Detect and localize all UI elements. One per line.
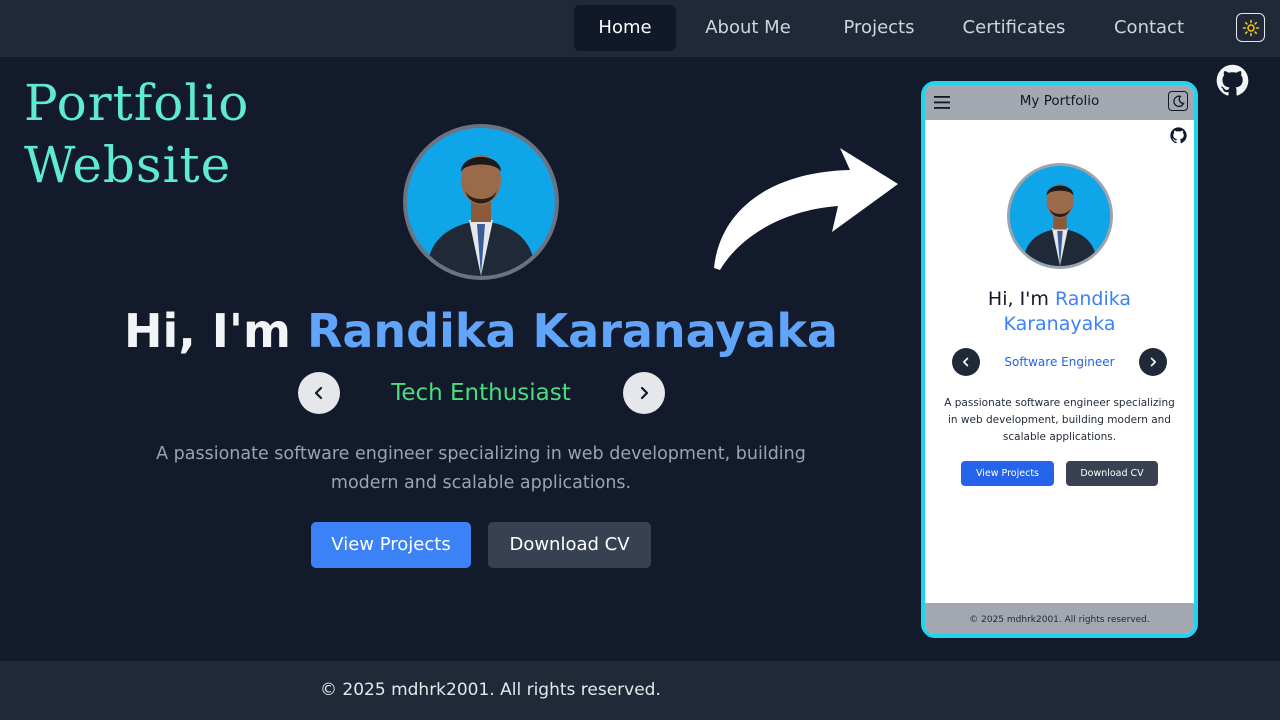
overlay-title-line2: Website <box>24 136 232 194</box>
footer-copyright: © 2025 mdhrk2001. All rights reserved. <box>320 680 661 700</box>
nav-item-contact[interactable]: Contact <box>1100 5 1198 51</box>
theme-toggle-button[interactable] <box>1236 13 1265 42</box>
previous-role-button[interactable] <box>298 372 340 414</box>
sun-icon <box>1242 19 1259 36</box>
mobile-view-projects-button[interactable]: View Projects <box>961 461 1054 486</box>
mobile-description: A passionate software engineer specializ… <box>944 397 1175 443</box>
hero-description: A passionate software engineer specializ… <box>156 444 806 493</box>
nav-item-about-me[interactable]: About Me <box>690 5 806 51</box>
mobile-greeting: Hi, I'm <box>987 288 1055 310</box>
view-projects-button[interactable]: View Projects <box>311 522 471 568</box>
mobile-name-first: Randika <box>1054 288 1132 310</box>
overlay-title: Portfolio Website <box>24 72 249 196</box>
moon-icon <box>1172 95 1185 107</box>
hero-greeting: Hi, I'm <box>124 304 307 358</box>
hero-heading: Hi, I'm Randika Karanayaka <box>0 304 962 358</box>
chevron-right-icon <box>640 386 649 400</box>
mobile-role: Software Engineer <box>1004 355 1115 369</box>
mobile-footer-copyright: © 2025 mdhrk2001. All rights reserved. <box>969 615 1150 625</box>
chevron-left-icon <box>314 386 323 400</box>
mobile-name-last: Karanayaka <box>1003 313 1116 335</box>
mobile-theme-toggle[interactable] <box>1168 91 1188 111</box>
hero-role: Tech Enthusiast <box>391 380 571 406</box>
nav-item-home[interactable]: Home <box>574 5 676 51</box>
nav-item-certificates[interactable]: Certificates <box>950 5 1078 51</box>
top-navbar: Home About Me Projects Certificates Cont… <box>0 0 1280 57</box>
mobile-next-role-button[interactable] <box>1139 348 1167 376</box>
mobile-hero-heading: Hi, I'm Randika Karanayaka <box>925 287 1194 337</box>
mobile-download-cv-button[interactable]: Download CV <box>1066 461 1158 486</box>
mobile-preview: My Portfolio Hi, I'm Randika Karanayaka … <box>921 81 1198 638</box>
curved-arrow-icon <box>714 148 898 270</box>
mobile-github-icon[interactable] <box>1170 127 1187 144</box>
next-role-button[interactable] <box>623 372 665 414</box>
download-cv-button[interactable]: Download CV <box>488 522 651 568</box>
nav-item-projects[interactable]: Projects <box>828 5 930 51</box>
hero-name: Randika Karanayaka <box>306 304 838 358</box>
chevron-right-icon <box>1150 357 1156 367</box>
overlay-title-line1: Portfolio <box>24 74 250 132</box>
mobile-title: My Portfolio <box>1019 93 1100 109</box>
profile-avatar <box>403 124 559 280</box>
mobile-profile-avatar <box>1007 163 1113 269</box>
github-icon[interactable] <box>1216 64 1249 97</box>
